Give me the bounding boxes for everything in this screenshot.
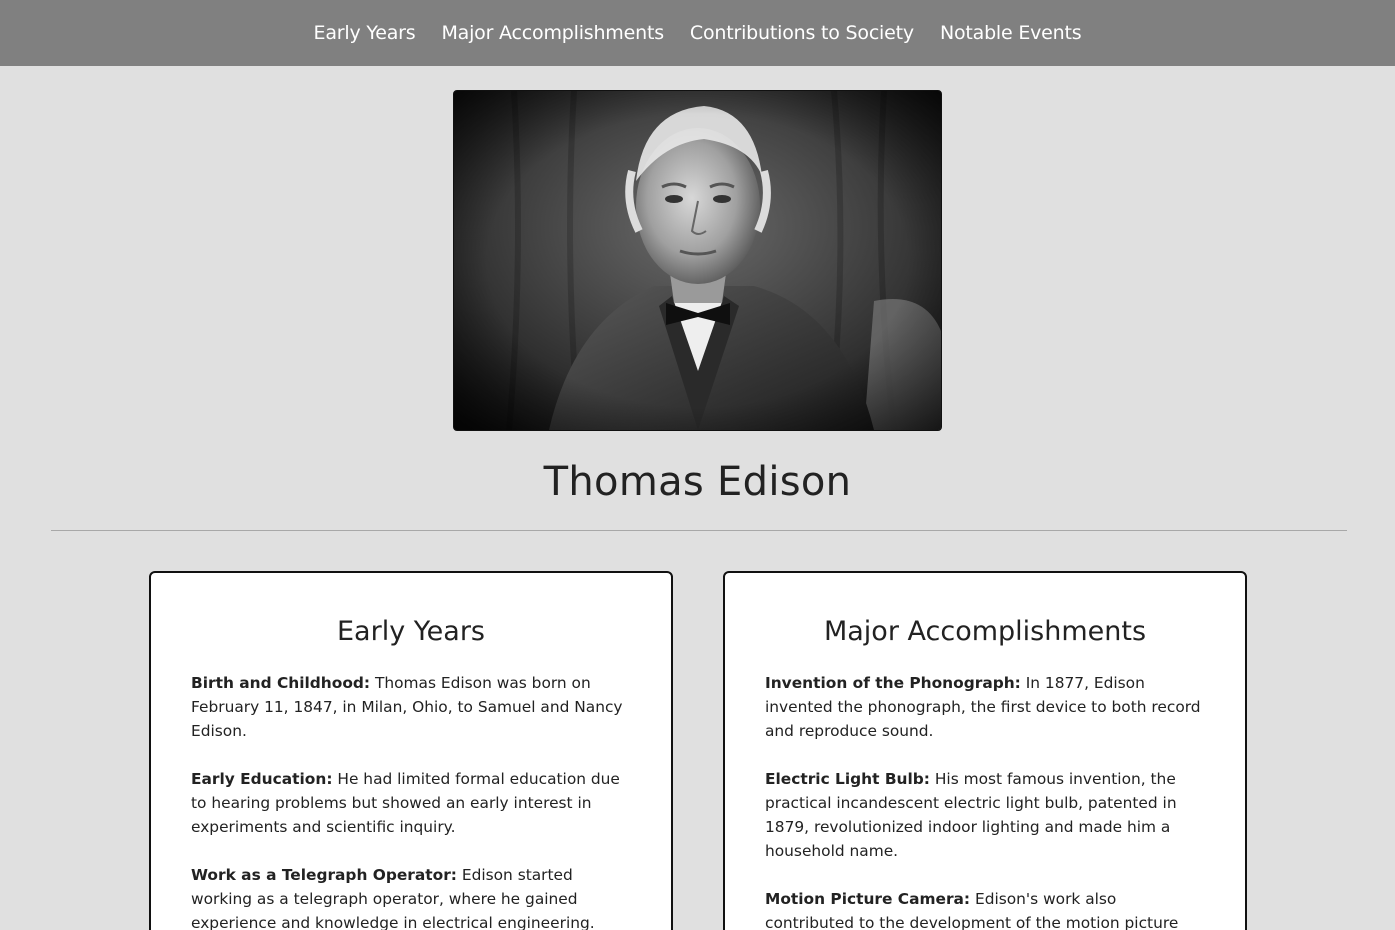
nav-link-notable-events[interactable]: Notable Events [940,22,1082,44]
item-term: Invention of the Phonograph: [765,674,1021,692]
accomplishment-item: Motion Picture Camera: Edison's work als… [765,887,1205,930]
item-term: Birth and Childhood: [191,674,371,692]
early-years-card: Early Years Birth and Childhood: Thomas … [149,571,673,930]
portrait-image [453,90,942,431]
portrait-container [0,90,1395,431]
item-term: Electric Light Bulb: [765,770,930,788]
accomplishment-item: Electric Light Bulb: His most famous inv… [765,767,1205,863]
cards-container: Early Years Birth and Childhood: Thomas … [0,531,1395,930]
nav-link-major-accomplishments[interactable]: Major Accomplishments [441,22,664,44]
item-term: Work as a Telegraph Operator: [191,866,457,884]
nav-link-contributions-to-society[interactable]: Contributions to Society [690,22,914,44]
early-years-heading: Early Years [337,616,485,647]
early-years-item: Early Education: He had limited formal e… [191,767,631,839]
item-term: Early Education: [191,770,333,788]
major-accomplishments-heading: Major Accomplishments [823,616,1147,647]
early-years-item: Work as a Telegraph Operator: Edison sta… [191,863,631,930]
top-navigation: Early Years Major Accomplishments Contri… [0,0,1395,66]
nav-link-early-years[interactable]: Early Years [314,22,416,44]
early-years-item: Birth and Childhood: Thomas Edison was b… [191,671,631,743]
accomplishment-item: Invention of the Phonograph: In 1877, Ed… [765,671,1205,743]
item-term: Motion Picture Camera: [765,890,971,908]
major-accomplishments-card: Major Accomplishments Invention of the P… [723,571,1247,930]
page-title: Thomas Edison [543,459,852,505]
